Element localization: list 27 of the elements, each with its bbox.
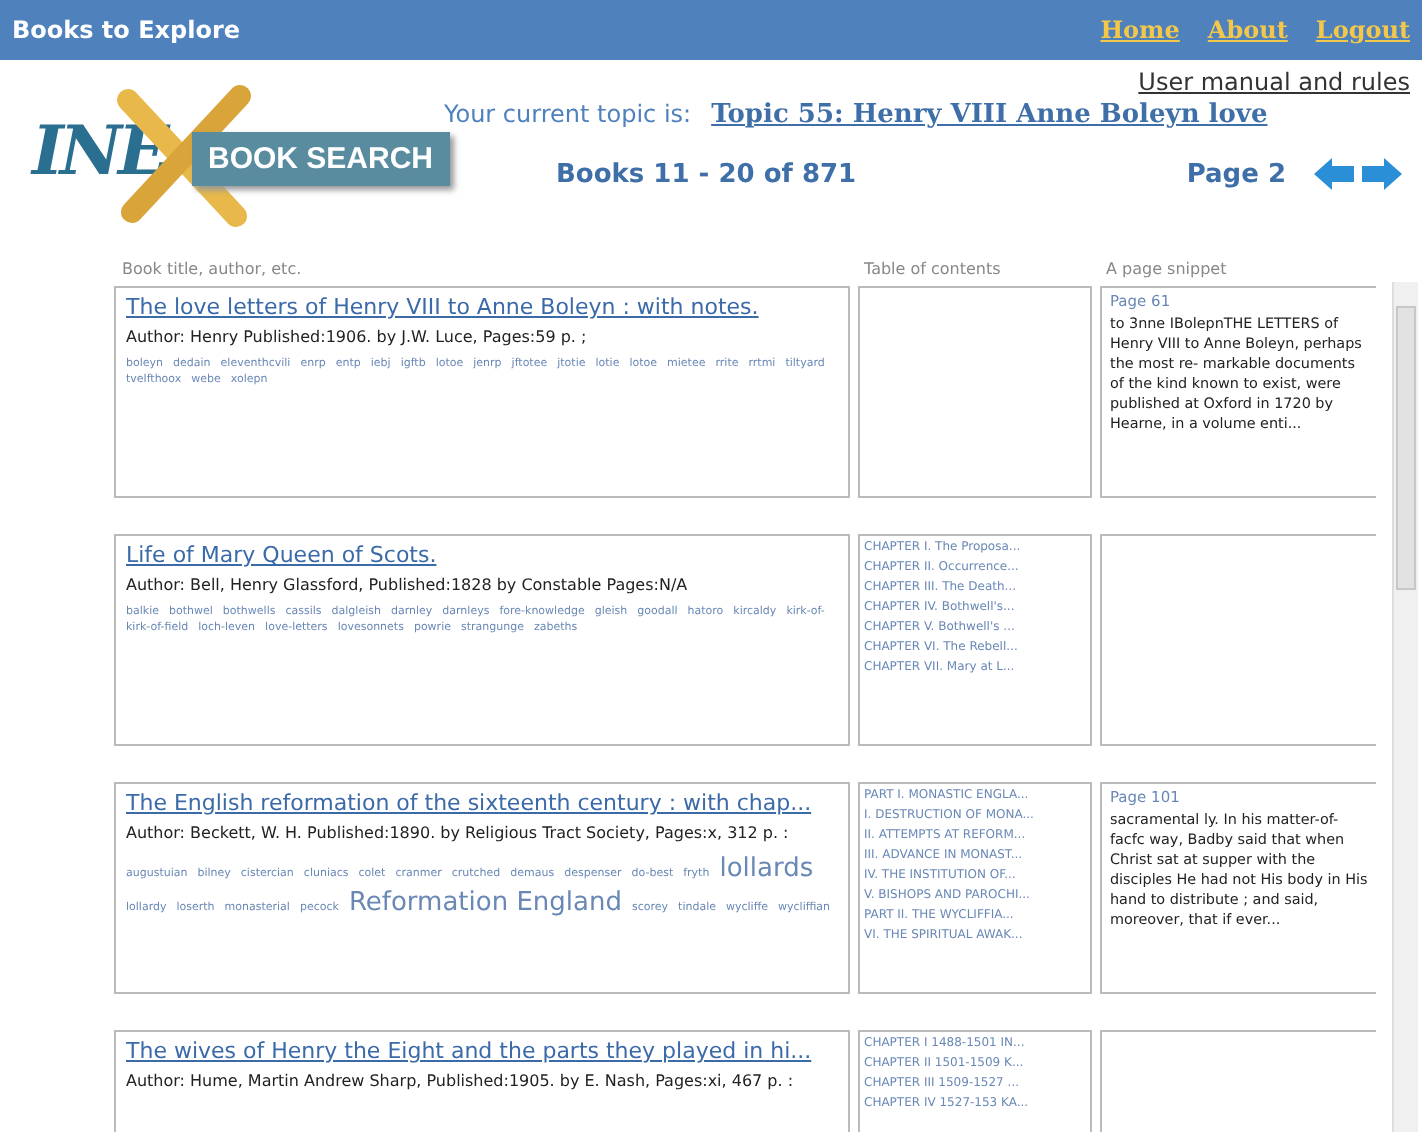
next-page-arrow-icon[interactable] bbox=[1362, 158, 1402, 190]
tag-link[interactable]: lollards bbox=[719, 854, 814, 884]
column-heading: A page snippet bbox=[1106, 260, 1229, 278]
book-details: Author: Bell, Henry Glassford, Published:1828 by Constable Pages:N/A bbox=[126, 576, 690, 594]
nav-link[interactable]: Logout bbox=[1315, 16, 1410, 44]
results-range: Books 11 - 20 of 871 bbox=[556, 159, 859, 189]
nav-link[interactable]: Home bbox=[1100, 16, 1180, 44]
scrollbar[interactable] bbox=[1392, 282, 1418, 1132]
book-details: Author: Beckett, W. H. Published:1890. by Religious Tract Society, Pages:x, 312 p. : bbox=[126, 824, 791, 842]
column-heading: Table of contents bbox=[864, 260, 1003, 278]
book-details: Author: Henry Published:1906. by J.W. Luce, Pages:59 p. ; bbox=[126, 328, 589, 346]
topic-link[interactable]: Topic 55: Henry VIII Anne Boleyn love bbox=[711, 100, 1268, 130]
scroll-thumb[interactable] bbox=[1396, 306, 1416, 590]
column-heading: Book title, author, etc. bbox=[122, 260, 304, 278]
manual-link[interactable]: User manual and rules bbox=[1138, 68, 1410, 96]
book-title-link[interactable]: The wives of Henry the Eight and the parts they played in hi... bbox=[126, 1038, 838, 1064]
topic-label: Your current topic is: bbox=[444, 100, 692, 128]
book-title-link[interactable]: The English reformation of the sixteenth century : with chap... bbox=[126, 790, 838, 816]
book-title-link[interactable]: Life of Mary Queen of Scots. bbox=[126, 542, 838, 568]
page-number: Page 2 bbox=[1186, 159, 1286, 189]
nav-link[interactable]: About bbox=[1207, 16, 1288, 44]
book-title-link[interactable]: The love letters of Henry VIII to Anne Boleyn : with notes. bbox=[126, 294, 838, 320]
tag-link[interactable]: Reformation England bbox=[348, 888, 622, 918]
book-details: Author: Hume, Martin Andrew Sharp, Published:1905. by E. Nash, Pages:xi, 467 p. : bbox=[126, 1072, 796, 1090]
site-title: Books to Explore bbox=[12, 16, 241, 44]
logo-banner: BOOK SEARCH bbox=[192, 132, 450, 186]
previous-page-arrow-icon[interactable] bbox=[1314, 158, 1354, 190]
